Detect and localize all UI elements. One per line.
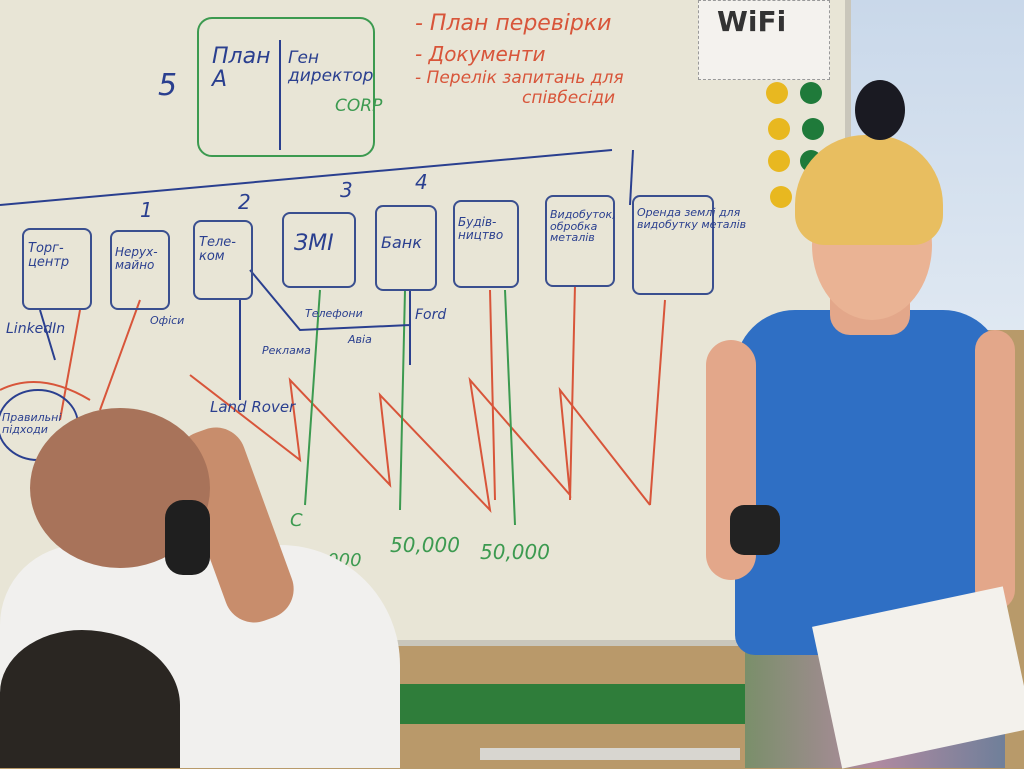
- number-4: 4: [415, 170, 428, 194]
- number-3: 3: [340, 178, 353, 202]
- woman-arm: [975, 330, 1015, 610]
- amount: 50,000: [390, 533, 460, 557]
- box-mining: Видобуток, обробка металів: [545, 195, 616, 287]
- box-mall: Торг-центр: [22, 228, 92, 310]
- director-text: Ген директор: [288, 48, 374, 86]
- note-phones: Телефони: [305, 307, 363, 320]
- number-2: 2: [238, 190, 251, 214]
- note-ford: Ford: [415, 307, 447, 323]
- todo-item: - Перелік запитань для: [415, 68, 624, 88]
- note-avia: Авіа: [348, 333, 372, 346]
- number-5: 5: [158, 68, 178, 103]
- todo-item: - План перевірки: [415, 11, 612, 36]
- dark-head-background: [855, 80, 905, 140]
- todo-item: - Документи: [415, 42, 546, 66]
- box-construction: Будів-ництво: [453, 200, 519, 288]
- note-advertising: Реклама: [262, 344, 311, 357]
- todo-item: співбесіди: [522, 88, 616, 108]
- box-media: ЗМІ: [282, 212, 356, 288]
- note-offices: Офіси: [150, 314, 185, 327]
- plan-a-text: План A: [212, 44, 271, 93]
- box-land-lease: Оренда землі для видобутку металів: [632, 195, 746, 295]
- box-bank: Банк: [375, 205, 437, 291]
- note-c: C: [290, 510, 303, 531]
- corp-text: CORP: [335, 96, 383, 116]
- box-real-estate: Нерух-майно: [110, 230, 170, 310]
- amount: 50,000: [480, 540, 550, 564]
- note-linkedin: LinkedIn: [6, 321, 66, 337]
- box-telecom: Теле-ком: [193, 220, 253, 300]
- note-land-rover: Land Rover: [210, 398, 296, 416]
- remote-control: [730, 505, 780, 555]
- headphones: [165, 500, 210, 575]
- number-1: 1: [140, 198, 153, 222]
